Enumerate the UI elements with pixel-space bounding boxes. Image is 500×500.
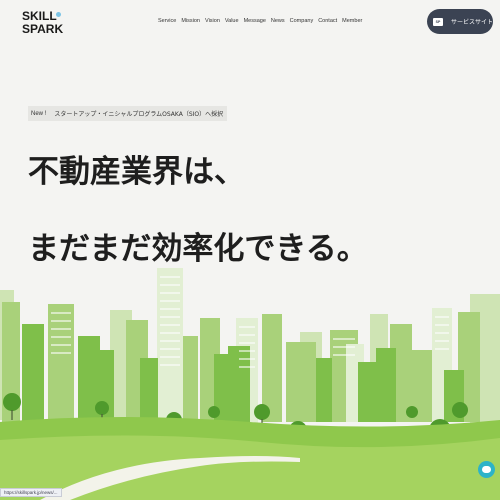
nav-item-member[interactable]: Member bbox=[342, 18, 362, 24]
service-site-label: サービスサイト bbox=[450, 19, 493, 26]
logo-line1: SKILL bbox=[22, 9, 57, 23]
chat-button[interactable] bbox=[478, 461, 495, 478]
chat-icon bbox=[482, 466, 491, 473]
nav-item-service[interactable]: Service bbox=[158, 18, 176, 24]
page: SKILL SPARK Service Mission Vision Value… bbox=[0, 0, 500, 500]
service-site-button[interactable]: SP サービスサイト bbox=[427, 9, 493, 34]
status-url: https://skillspark.jp/news/... bbox=[0, 488, 62, 497]
nav-item-contact[interactable]: Contact bbox=[318, 18, 337, 24]
announcement-text: スタートアップ・イニシャルプログラムOSAKA（SIO）へ採択 bbox=[54, 111, 224, 118]
nav-item-news[interactable]: News bbox=[271, 18, 285, 24]
logo-spark-icon bbox=[56, 12, 61, 17]
nav-item-message[interactable]: Message bbox=[244, 18, 266, 24]
nav-item-company[interactable]: Company bbox=[290, 18, 314, 24]
main-nav: Service Mission Vision Value Message New… bbox=[158, 18, 362, 24]
new-label: New ! bbox=[31, 110, 47, 117]
nav-item-mission[interactable]: Mission bbox=[181, 18, 200, 24]
logo-line2: SPARK bbox=[22, 22, 64, 36]
service-logo-icon: SP bbox=[433, 17, 443, 26]
news-announcement[interactable]: New ! スタートアップ・イニシャルプログラムOSAKA（SIO）へ採択 bbox=[28, 106, 228, 121]
hero-headline-line1: 不動産業界は、 bbox=[28, 154, 245, 190]
city-illustration bbox=[0, 268, 500, 500]
logo[interactable]: SKILL SPARK bbox=[22, 10, 64, 38]
nav-item-vision[interactable]: Vision bbox=[205, 18, 220, 24]
nav-item-value[interactable]: Value bbox=[225, 18, 239, 24]
